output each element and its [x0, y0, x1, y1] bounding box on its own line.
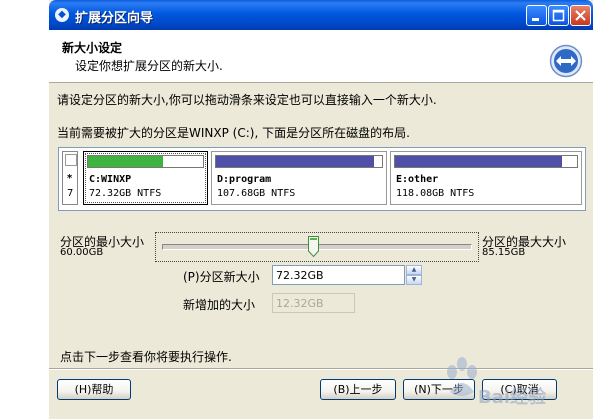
partition-name: D:program — [217, 174, 272, 185]
partition-usage-fill — [216, 156, 374, 167]
new-size-label: (P)分区新大小 — [183, 270, 260, 284]
watermark-text: Bai经验 — [478, 387, 547, 408]
disk-info: * 7 — [62, 151, 78, 205]
maximize-button[interactable] — [548, 5, 569, 26]
window-title: 扩展分区向导 — [75, 11, 154, 26]
added-size-field: 12.32GB — [272, 293, 355, 313]
partition-d[interactable]: D:program 107.68GB NTFS — [211, 151, 387, 205]
added-size-label: 新增加的大小 — [183, 298, 256, 312]
step-title: 新大小设定 — [62, 41, 123, 55]
minimize-button[interactable] — [526, 5, 547, 26]
partition-e[interactable]: E:other 118.08GB NTFS — [390, 151, 582, 205]
partition-size: 107.68GB NTFS — [217, 188, 296, 199]
partition-usage-fill — [88, 156, 163, 167]
minimize-icon — [532, 18, 539, 21]
layout-note-text: 当前需要被扩大的分区是WINXP (C:), 下面是分区所在磁盘的布局. — [57, 126, 410, 140]
slider-thumb[interactable] — [307, 236, 319, 257]
disk-checkbox[interactable] — [65, 154, 77, 166]
new-size-input[interactable]: 72.32GB — [272, 265, 405, 285]
maximize-icon — [552, 9, 565, 22]
disk-marker: * — [67, 173, 73, 184]
back-button[interactable]: (B)上一步 — [320, 379, 396, 400]
partition-size: 118.08GB NTFS — [396, 188, 475, 199]
spin-up-icon[interactable]: ▲ — [406, 265, 422, 275]
close-button[interactable] — [570, 5, 591, 26]
spin-down-icon[interactable]: ▼ — [406, 275, 422, 285]
app-icon: ◆ — [55, 8, 69, 22]
help-button[interactable]: (H)帮助 — [57, 379, 131, 400]
disk-map: * 7 C:WINXP 72.32GB NTFS D:program 107.6… — [58, 147, 586, 211]
new-size-spinner[interactable]: ▲ ▼ — [406, 265, 422, 285]
close-icon — [575, 10, 586, 21]
partition-size: 72.32GB NTFS — [89, 188, 162, 199]
partition-name: C:WINXP — [89, 174, 132, 185]
partition-usage-bar — [394, 155, 578, 168]
resize-arrows-icon — [549, 44, 583, 78]
footer-hint: 点击下一步查看你将要执行操作. — [60, 350, 232, 364]
partition-usage-bar — [87, 155, 204, 168]
wizard-header: 新大小设定 设定你想扩展分区的新大小. — [49, 30, 593, 83]
partition-name: E:other — [396, 174, 439, 185]
instruction-text: 请设定分区的新大小,你可以拖动滑条来设定也可以直接输入一个新大小. — [57, 93, 437, 107]
max-size-value: 85.15GB — [482, 247, 526, 258]
size-slider[interactable] — [155, 232, 479, 262]
partition-usage-bar — [215, 155, 383, 168]
title-bar[interactable]: ◆ 扩展分区向导 — [49, 0, 593, 30]
partition-usage-fill — [395, 156, 563, 167]
disk-number: 7 — [67, 188, 74, 199]
partition-c[interactable]: C:WINXP 72.32GB NTFS — [83, 151, 208, 205]
step-subtitle: 设定你想扩展分区的新大小. — [75, 59, 223, 73]
min-size-value: 60.00GB — [60, 247, 104, 258]
